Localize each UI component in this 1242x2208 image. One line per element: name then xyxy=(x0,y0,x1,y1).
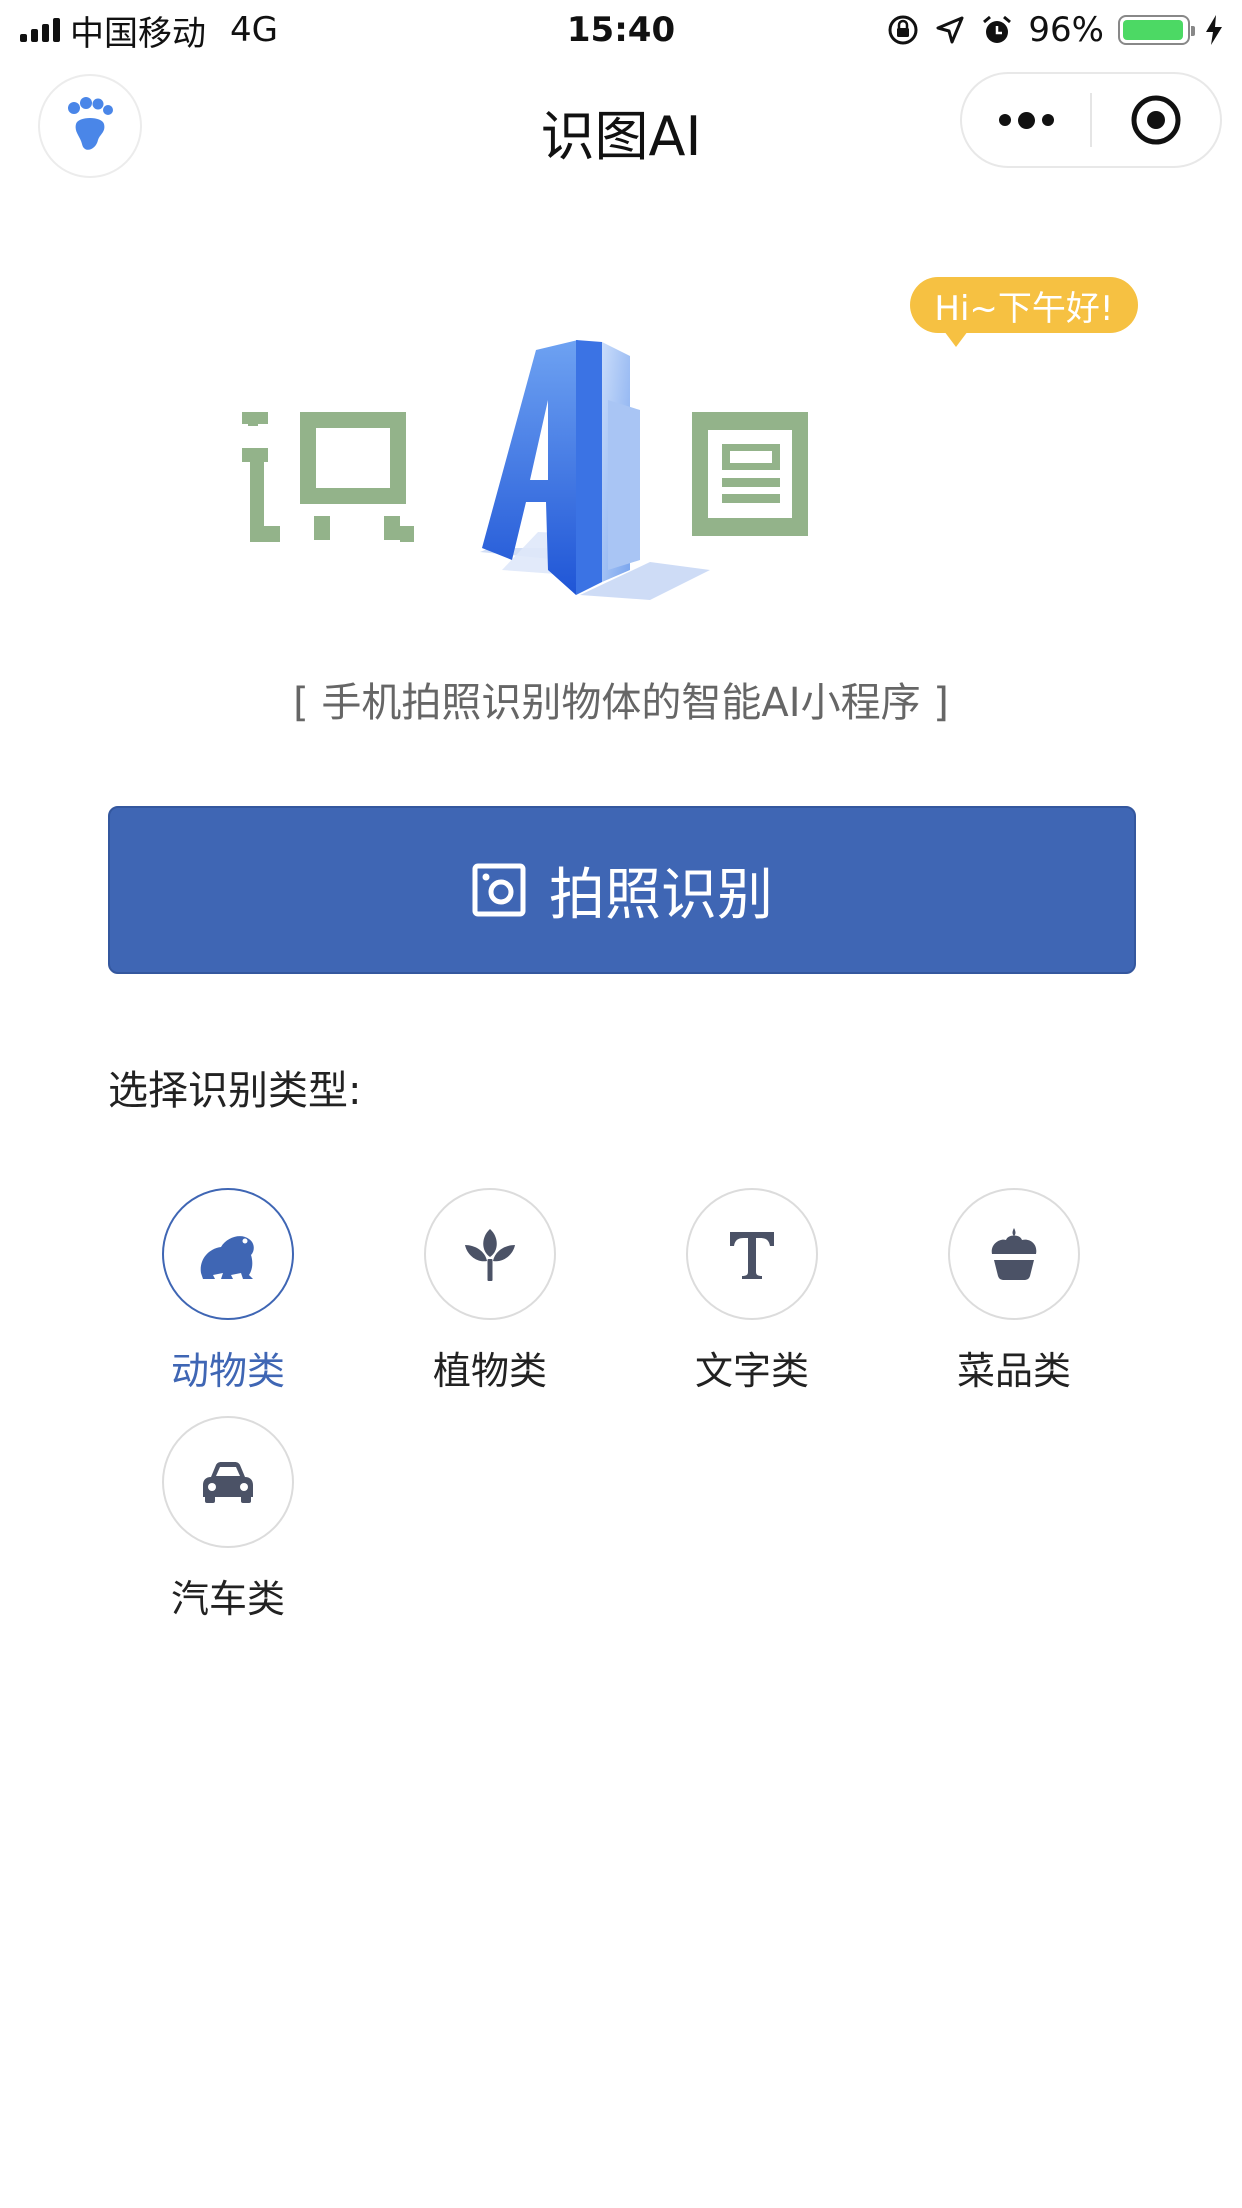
category-text-label: 文字类 xyxy=(694,1349,809,1393)
status-right: 96% xyxy=(886,10,1224,50)
app-tagline: [ 手机拍照识别物体的智能AI小程序 ] xyxy=(293,680,949,726)
category-car-label: 汽车类 xyxy=(170,1577,285,1621)
location-arrow-icon xyxy=(936,16,964,44)
plant-icon xyxy=(465,1229,515,1281)
category-text[interactable]: 文字类 xyxy=(652,1188,852,1398)
greeting-bubble: Hi~下午好! xyxy=(910,277,1138,347)
category-plant[interactable]: 植物类 xyxy=(390,1188,590,1398)
status-bar: 中国移动 4G 15:40 96% xyxy=(0,0,1242,62)
camera-frame-icon xyxy=(472,863,526,917)
more-button[interactable] xyxy=(962,74,1090,166)
close-mini-program-button[interactable] xyxy=(1092,74,1220,166)
category-dish-circle xyxy=(948,1188,1080,1320)
menu-capsule xyxy=(960,72,1222,168)
battery-icon xyxy=(1118,15,1195,45)
text-t-icon xyxy=(730,1232,774,1279)
alarm-icon xyxy=(983,15,1012,43)
logo-char-tu xyxy=(692,412,808,536)
car-icon xyxy=(203,1462,253,1503)
rotation-lock-icon xyxy=(888,15,918,45)
category-animal-circle xyxy=(162,1188,294,1320)
category-animal[interactable]: 动物类 xyxy=(128,1188,328,1398)
capture-button-label: 拍照识别 xyxy=(549,862,773,928)
cupcake-icon xyxy=(991,1228,1037,1280)
logo-char-shi xyxy=(242,412,414,542)
logo-char-ai xyxy=(480,340,710,600)
category-text-circle xyxy=(686,1188,818,1320)
target-close-icon xyxy=(1131,95,1181,145)
category-plant-circle xyxy=(424,1188,556,1320)
frog-icon xyxy=(200,1236,254,1279)
category-dish[interactable]: 菜品类 xyxy=(914,1188,1114,1398)
category-dish-label: 菜品类 xyxy=(956,1349,1071,1393)
category-car[interactable]: 汽车类 xyxy=(128,1416,328,1626)
section-label: 选择识别类型: xyxy=(108,1068,362,1114)
nav-bar: 识图AI xyxy=(0,62,1242,182)
more-dots-icon xyxy=(998,111,1054,129)
category-plant-label: 植物类 xyxy=(432,1349,547,1393)
capture-recognize-button[interactable]: 拍照识别 xyxy=(108,806,1136,974)
category-animal-label: 动物类 xyxy=(170,1349,285,1393)
battery-fill xyxy=(1123,20,1183,40)
category-car-circle xyxy=(162,1416,294,1548)
battery-percent: 96% xyxy=(1028,10,1104,50)
charging-bolt-icon xyxy=(1206,15,1222,45)
